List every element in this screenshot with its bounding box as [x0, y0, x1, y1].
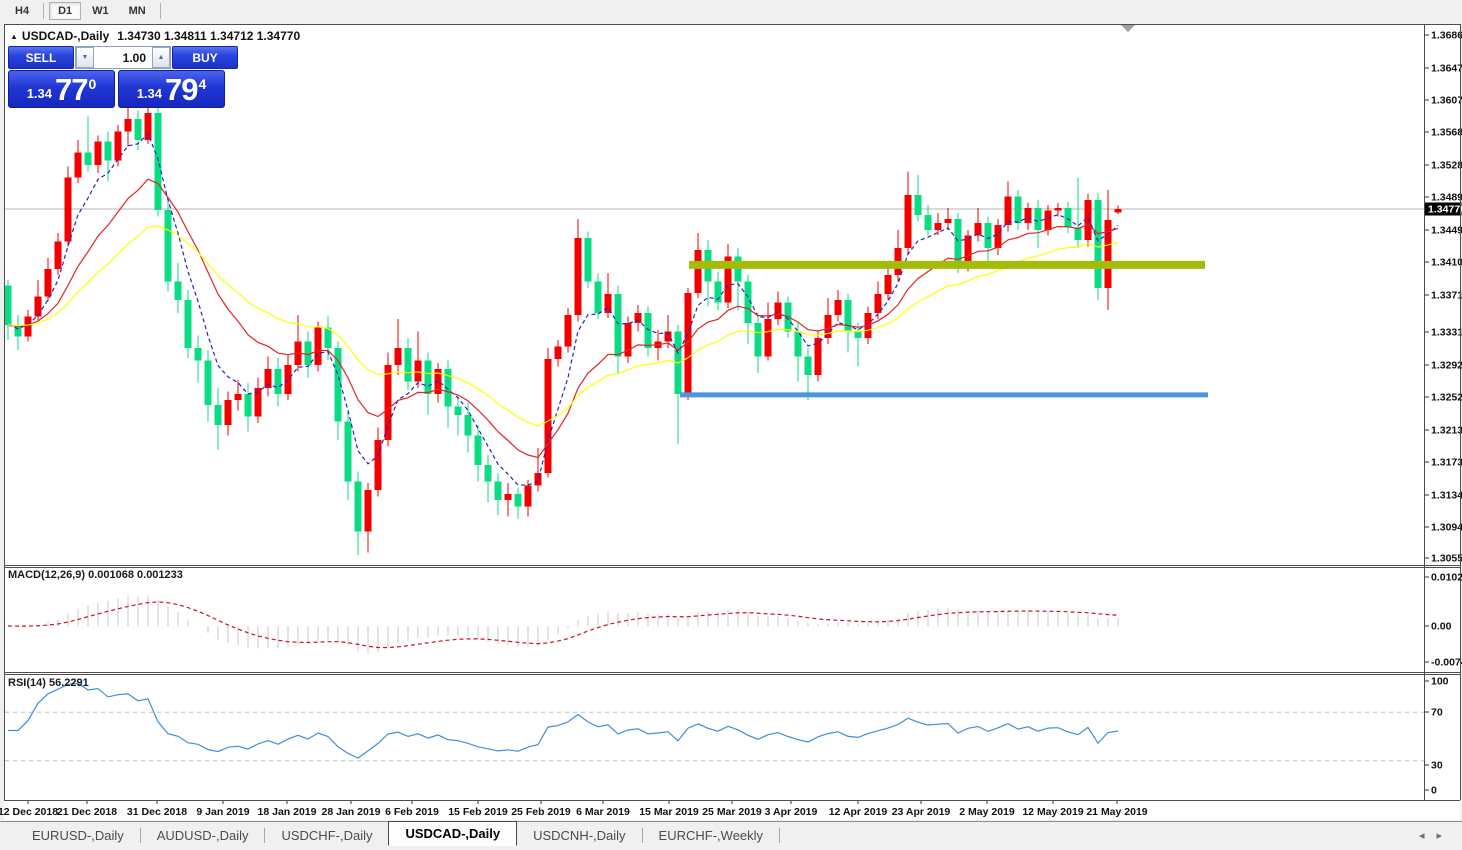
sell-price-panel[interactable]: 1.34 77 0	[8, 70, 115, 108]
sell-button[interactable]: SELL	[8, 46, 74, 69]
price-tick: 1.31340	[1431, 490, 1462, 502]
rsi-axis-tick: 0	[1431, 785, 1437, 797]
tab-audusd-daily[interactable]: AUDUSD-,Daily	[141, 825, 265, 846]
chart-canvas[interactable]: 1.36860 1.36470 1.36070 1.35680 1.35280 1.348…	[0, 0, 1462, 850]
buy-price-pip: 4	[199, 76, 207, 92]
price-tick: 1.35280	[1431, 160, 1462, 172]
price-tick: 1.36070	[1431, 95, 1462, 107]
buy-price-panel[interactable]: 1.34 79 4	[118, 70, 225, 108]
price-tick: 1.36860	[1431, 30, 1462, 42]
sell-price-big: 77	[55, 75, 87, 105]
macd-label: MACD(12,26,9) 0.001068 0.001233	[8, 569, 183, 581]
collapse-ohlc-icon[interactable]: ▲	[10, 32, 18, 41]
chart-symbol-label: USDCAD-,Daily	[22, 29, 109, 43]
macd-axis-tick: -0.007477	[1431, 657, 1462, 669]
volume-input[interactable]	[94, 47, 152, 68]
date-tick: 31 Dec 2018	[127, 806, 187, 818]
date-tick: 9 Jan 2019	[196, 806, 249, 818]
rsi-axis-tick: 70	[1431, 707, 1443, 719]
tab-scroll-arrows[interactable]: ◂▸	[1419, 829, 1454, 842]
chart-background	[4, 24, 1460, 820]
sell-price-pip: 0	[89, 76, 97, 92]
chart-tab-bar: EURUSD-,DailyAUDUSD-,DailyUSDCHF-,DailyU…	[0, 821, 1462, 848]
price-tick: 1.32130	[1431, 425, 1462, 437]
date-tick: 15 Feb 2019	[448, 806, 508, 818]
tab-usdcad-daily[interactable]: USDCAD-,Daily	[388, 821, 517, 846]
date-tick: 21 Dec 2018	[57, 806, 117, 818]
date-tick: 3 Apr 2019	[765, 806, 818, 818]
buy-button[interactable]: BUY	[172, 46, 238, 69]
sell-price-small: 1.34	[27, 83, 52, 105]
price-tick: 1.33710	[1431, 290, 1462, 302]
date-tick: 12 Apr 2019	[829, 806, 888, 818]
price-tick: 1.30550	[1431, 553, 1462, 565]
price-tick: 1.35680	[1431, 127, 1462, 139]
price-tick: 1.34890	[1431, 192, 1462, 204]
ohlc-values: 1.34730 1.34811 1.34712 1.34770	[117, 29, 300, 43]
price-tick: 1.31730	[1431, 457, 1462, 469]
mt4-window: H4D1W1MN 1.368601.364701.360701.356801.3…	[0, 0, 1462, 850]
tab-usdchf-daily[interactable]: USDCHF-,Daily	[265, 825, 388, 846]
date-tick: 28 Jan 2019	[322, 806, 381, 818]
date-tick: 25 Mar 2019	[702, 806, 762, 818]
rsi-axis-tick: 100	[1431, 676, 1449, 688]
price-tick: 1.34100	[1431, 257, 1462, 269]
one-click-trading-widget: SELL ▼ ▲ BUY 1.34 77 0 1.34 79 4	[8, 46, 225, 108]
rsi-label: RSI(14) 56.2291	[8, 677, 89, 689]
price-tick: 1.34490	[1431, 225, 1462, 237]
date-tick: 23 Apr 2019	[892, 806, 951, 818]
tab-separator	[779, 828, 780, 843]
date-tick: 15 Mar 2019	[639, 806, 699, 818]
volume-increase-icon[interactable]: ▲	[152, 47, 170, 68]
price-tick: 1.32520	[1431, 392, 1462, 404]
volume-decrease-icon[interactable]: ▼	[76, 47, 94, 68]
date-tick: 12 May 2019	[1022, 806, 1083, 818]
tab-eurchf-weekly[interactable]: EURCHF-,Weekly	[643, 825, 780, 846]
macd-axis-tick: 0.010229	[1431, 572, 1462, 584]
rsi-axis-tick: 30	[1431, 760, 1443, 772]
chart-title: ▲ USDCAD-,Daily 1.34730 1.34811 1.34712 1.…	[10, 29, 300, 43]
price-tick: 1.32920	[1431, 360, 1462, 372]
price-tick: 1.30940	[1431, 522, 1462, 534]
date-tick: 6 Mar 2019	[576, 806, 630, 818]
price-tick: 1.33310	[1431, 327, 1462, 339]
tab-eurusd-daily[interactable]: EURUSD-,Daily	[16, 825, 140, 846]
date-tick: 2 May 2019	[959, 806, 1015, 818]
current-price-badge: 1.34770	[1428, 204, 1462, 216]
price-tick: 1.36470	[1431, 63, 1462, 75]
tab-usdcnh-daily[interactable]: USDCNH-,Daily	[517, 825, 641, 846]
macd-axis-tick: 0.00	[1431, 621, 1452, 633]
volume-spinner: ▼ ▲	[75, 46, 171, 69]
date-tick: 21 May 2019	[1086, 806, 1147, 818]
buy-price-small: 1.34	[137, 83, 162, 105]
date-tick: 25 Feb 2019	[511, 806, 571, 818]
date-tick: 6 Feb 2019	[385, 806, 439, 818]
date-tick: 12 Dec 2018	[0, 806, 58, 818]
tab-scroll-left-icon: ◂	[1419, 830, 1437, 842]
tab-scroll-right-icon: ▸	[1436, 830, 1454, 842]
date-tick: 18 Jan 2019	[258, 806, 317, 818]
buy-price-big: 79	[165, 75, 197, 105]
